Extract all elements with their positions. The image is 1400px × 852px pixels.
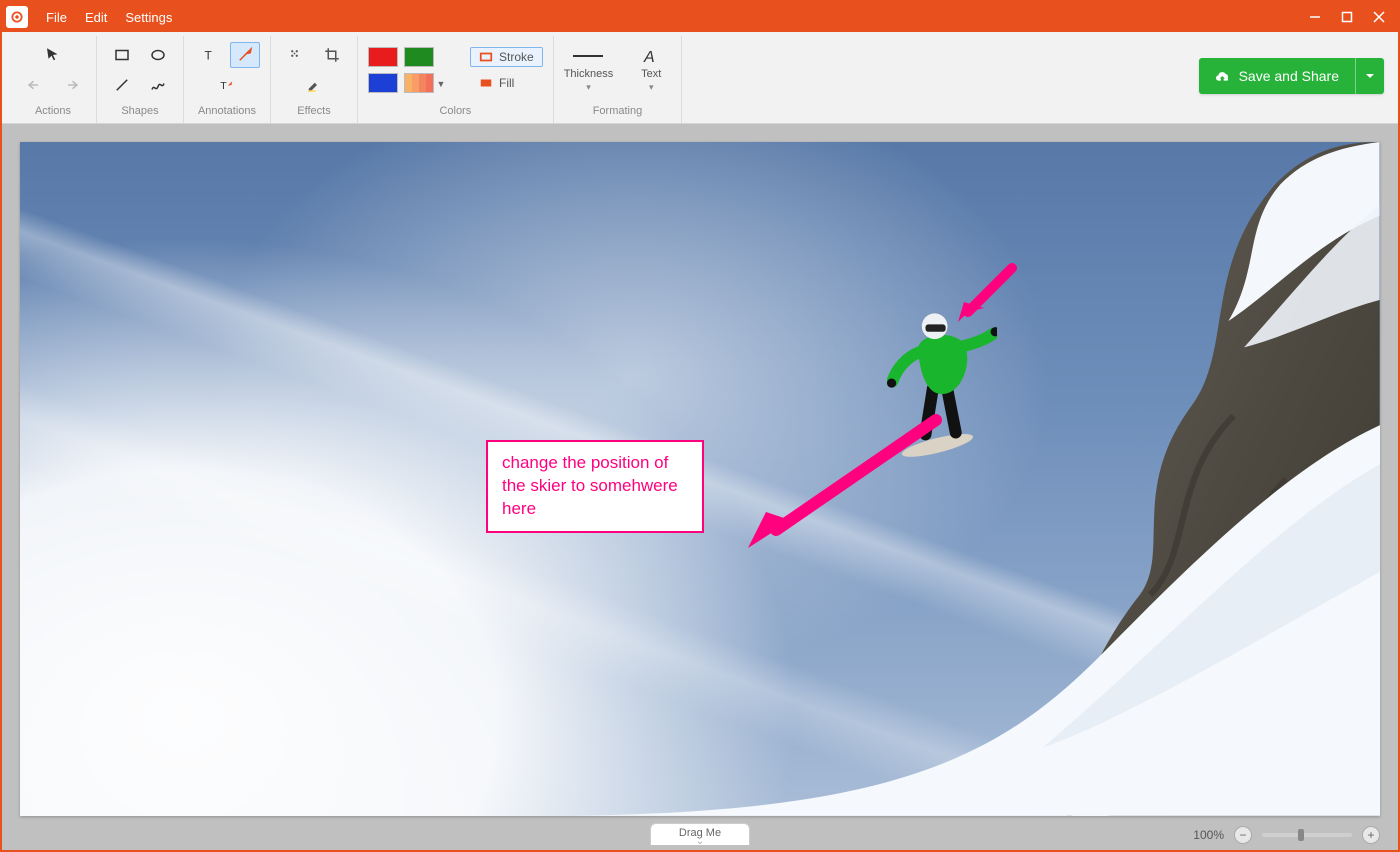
fill-toggle[interactable]: Fill [470,73,543,93]
window-close-icon[interactable] [1364,4,1394,30]
ribbon-group-label: Colors [439,101,471,123]
chevron-down-icon: ▾ [649,82,654,93]
ribbon-group-label: Formating [593,101,643,123]
thickness-label: Thickness [564,68,614,80]
chevron-down-icon[interactable]: ▼ [435,74,447,94]
window-maximize-icon[interactable] [1332,4,1362,30]
ribbon-group-actions: Actions [10,36,97,123]
blur-tool-icon[interactable] [281,42,311,68]
cloud-upload-icon [1215,68,1231,84]
save-button-label: Save and Share [1239,68,1339,84]
ribbon-group-formatting: Thickness ▾ A Text ▾ Formating [554,36,683,123]
svg-text:T: T [220,79,227,91]
zoom-in-button[interactable]: + [1362,826,1380,844]
stroke-label: Stroke [499,50,534,64]
text-format-dropdown[interactable]: A Text ▾ [631,46,671,93]
thickness-dropdown[interactable]: Thickness ▾ [564,46,614,93]
zoom-out-button[interactable]: − [1234,826,1252,844]
rectangle-tool-icon[interactable] [107,42,137,68]
annotation-arrow-large[interactable] [736,412,946,552]
menu-edit[interactable]: Edit [77,6,115,29]
fill-label: Fill [499,76,514,90]
text-format-label: Text [641,68,661,80]
color-swatch-green[interactable] [404,47,434,67]
svg-text:T: T [205,48,213,62]
zoom-slider[interactable] [1262,833,1352,837]
ribbon-group-shapes: Shapes [97,36,184,123]
ribbon-toolbar: Actions Shapes T [2,32,1398,124]
save-dropdown-caret[interactable] [1356,58,1384,94]
highlighter-tool-icon[interactable] [299,72,329,98]
zoom-controls: 100% − + [1193,826,1380,844]
menu-file[interactable]: File [38,6,75,29]
annotation-arrow-small[interactable] [950,262,1020,332]
pointer-tool-icon[interactable] [38,42,68,68]
ribbon-group-label: Effects [297,101,330,123]
app-logo-icon [6,6,28,28]
stroke-toggle[interactable]: Stroke [470,47,543,67]
ribbon-group-effects: Effects [271,36,358,123]
save-and-share-button[interactable]: Save and Share [1199,58,1384,94]
ellipse-tool-icon[interactable] [143,42,173,68]
chevron-down-icon [1362,68,1378,84]
annotation-text-box[interactable]: change the position of the skier to some… [486,440,704,533]
line-tool-icon[interactable] [107,72,137,98]
drag-handle[interactable]: Drag Me ⌄ [650,823,750,845]
menu-settings[interactable]: Settings [117,6,180,29]
color-swatch-gradient[interactable]: ▼ [404,73,434,93]
color-swatch-red[interactable] [368,47,398,67]
arrow-tool-icon[interactable] [230,42,260,68]
ribbon-group-label: Actions [35,101,71,123]
redo-icon[interactable] [56,72,86,98]
ribbon-group-label: Shapes [121,101,158,123]
ribbon-group-colors: ▼ Stroke Fill [358,36,554,123]
window-minimize-icon[interactable] [1300,4,1330,30]
ribbon-group-annotations: T T Annotations [184,36,271,123]
svg-text:A: A [643,49,655,64]
undo-icon[interactable] [20,72,50,98]
canvas[interactable]: change the position of the skier to some… [20,142,1380,816]
footer: Drag Me ⌄ [2,818,1398,850]
app-window: File Edit Settings Actions [0,0,1400,852]
workspace: change the position of the skier to some… [2,124,1398,850]
chevron-down-icon: ▾ [586,82,591,93]
zoom-level-label: 100% [1193,828,1224,842]
titlebar: File Edit Settings [2,2,1398,32]
freehand-tool-icon[interactable] [143,72,173,98]
ribbon-group-label: Annotations [198,101,256,123]
chevron-down-icon: ⌄ [679,839,721,844]
text-arrow-tool-icon[interactable]: T [212,72,242,98]
crop-tool-icon[interactable] [317,42,347,68]
menu-bar: File Edit Settings [38,6,180,29]
annotation-text: change the position of the skier to some… [502,453,678,518]
color-swatch-blue[interactable] [368,73,398,93]
zoom-slider-thumb[interactable] [1298,829,1304,841]
text-tool-icon[interactable]: T [194,42,224,68]
